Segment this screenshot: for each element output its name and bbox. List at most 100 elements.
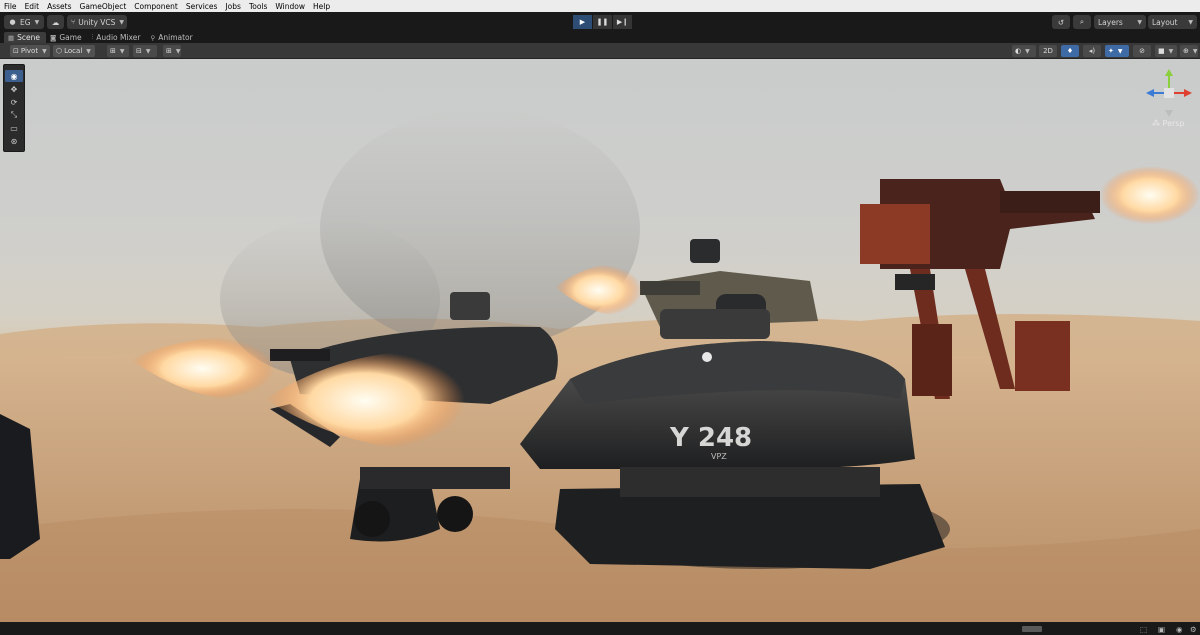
hidden-objects-toggle[interactable]: ⊘ <box>1133 45 1151 57</box>
gizmo-z-cone[interactable] <box>1146 89 1154 97</box>
grid-snap-button[interactable]: ⊞ ▼ <box>107 45 129 57</box>
increment-snap-button[interactable]: ⊟ ▼ <box>133 45 157 57</box>
light-bulb-icon: ♦ <box>1066 47 1074 55</box>
speaker-icon: ◂) <box>1088 47 1096 55</box>
move-tool-icon: ✥ <box>10 84 18 94</box>
effects-toggle[interactable]: ✦ ▼ <box>1105 45 1129 57</box>
transform-tool[interactable]: ⊛ <box>5 135 23 147</box>
step-button[interactable]: ▶❙ <box>613 15 632 29</box>
grid-snap-icon: ⊞ <box>110 47 116 55</box>
main-toolbar: ● EG ▼ ☁ ⑂ Unity VCS ▼ ▶ ❚❚ ▶❙ ↺ ⌕ Layer… <box>0 12 1200 32</box>
animator-icon: ⚲ <box>150 33 156 42</box>
menu-jobs[interactable]: Jobs <box>225 2 240 11</box>
chevron-down-icon: ▼ <box>86 47 91 55</box>
grid-visibility-icon: ⊞ <box>166 47 172 55</box>
step-icon: ▶❙ <box>616 18 629 26</box>
view-tool-icon: ◉ <box>10 71 18 81</box>
chevron-down-icon: ▼ <box>175 47 181 55</box>
vcs-dropdown[interactable]: ⑂ Unity VCS ▼ <box>67 15 127 29</box>
pivot-label: Pivot <box>20 47 39 55</box>
tab-audio-mixer-label: Audio Mixer <box>96 33 141 42</box>
camera-settings-button[interactable]: ■ ▼ <box>1155 45 1177 57</box>
tab-scene-label: Scene <box>17 33 41 42</box>
cache-icon[interactable]: ◉ <box>1176 625 1183 634</box>
gizmo-center-cube[interactable] <box>1164 88 1174 98</box>
account-dropdown[interactable]: ● EG ▼ <box>4 15 44 29</box>
persp-icon: ⁂ <box>1152 119 1163 128</box>
scale-tool-icon: ⤡ <box>10 110 18 119</box>
rotate-tool[interactable]: ⟳ <box>5 96 23 108</box>
scene-viewport[interactable]: Y 248 VPZ <box>0 59 1200 622</box>
projection-label[interactable]: ⁂ Persp <box>1152 119 1185 128</box>
cloud-button[interactable]: ☁ <box>47 15 64 29</box>
window-tabs: ▦ Scene ◙ Game ⫶ Audio Mixer ⚲ Animator <box>0 32 1200 43</box>
network-icon[interactable]: ▣ <box>1158 625 1165 634</box>
menu-bar: File Edit Assets GameObject Component Se… <box>0 0 1200 12</box>
local-space-icon: ⬡ <box>56 47 63 55</box>
debug-mode-icon[interactable]: ⚙ <box>1190 625 1197 634</box>
audio-mixer-icon: ⫶ <box>91 33 94 41</box>
tab-audio-mixer[interactable]: ⫶ Audio Mixer <box>88 32 147 43</box>
layout-dropdown[interactable]: Layout ▼ <box>1148 15 1197 29</box>
tab-scene[interactable]: ▦ Scene <box>4 32 47 43</box>
play-button[interactable]: ▶ <box>573 15 592 29</box>
vehicle-id-label: Y 248 <box>669 423 752 453</box>
gizmos-button[interactable]: ⊕ ▼ <box>1180 45 1198 57</box>
effects-icon: ✦ <box>1108 47 1114 55</box>
tab-game[interactable]: ◙ Game <box>46 32 88 43</box>
chevron-down-icon: ▼ <box>34 18 40 26</box>
menu-file[interactable]: File <box>4 2 17 11</box>
rect-tool[interactable]: ▭ <box>5 122 23 134</box>
chevron-down-icon: ▼ <box>1168 47 1174 55</box>
pivot-toggle[interactable]: ⊡ Pivot ▼ <box>10 45 50 57</box>
play-icon: ▶ <box>579 18 586 26</box>
camera-icon: ■ <box>1158 47 1165 55</box>
gizmo-x-cone[interactable] <box>1184 89 1192 97</box>
gizmo-neg-y-cone[interactable] <box>1165 110 1173 117</box>
orientation-gizmo[interactable] <box>1141 67 1197 119</box>
menu-assets[interactable]: Assets <box>47 2 71 11</box>
scale-tool[interactable]: ⤡ <box>5 109 23 121</box>
history-icon: ↺ <box>1057 17 1065 27</box>
menu-edit[interactable]: Edit <box>25 2 40 11</box>
space-toggle[interactable]: ⬡ Local ▼ <box>53 45 95 57</box>
space-label: Local <box>64 47 83 55</box>
lighting-toggle[interactable]: ♦ <box>1061 45 1079 57</box>
view-tool[interactable]: ◉ <box>5 70 23 82</box>
menu-gameobject[interactable]: GameObject <box>80 2 127 11</box>
menu-window[interactable]: Window <box>275 2 305 11</box>
layers-dropdown[interactable]: Layers ▼ <box>1094 15 1146 29</box>
tool-palette: ◉ ✥ ⟳ ⤡ ▭ ⊛ <box>3 64 25 152</box>
audio-toggle[interactable]: ◂) <box>1083 45 1101 57</box>
menu-tools[interactable]: Tools <box>249 2 267 11</box>
search-icon: ⌕ <box>1079 17 1085 26</box>
eye-slash-icon: ⊘ <box>1139 47 1145 55</box>
menu-component[interactable]: Component <box>134 2 178 11</box>
mode-2d-toggle[interactable]: 2D <box>1039 45 1057 57</box>
chevron-down-icon: ▼ <box>119 47 125 55</box>
search-button[interactable]: ⌕ <box>1073 15 1091 29</box>
gizmos-icon: ⊕ <box>1183 47 1189 55</box>
eye-marker-icon <box>702 352 712 362</box>
vehicle-sub-label: VPZ <box>711 452 727 461</box>
palette-grip <box>4 65 24 69</box>
move-tool[interactable]: ✥ <box>5 83 23 95</box>
pivot-icon: ⊡ <box>13 47 19 55</box>
gizmo-y-cone[interactable] <box>1165 69 1173 76</box>
scene-render: Y 248 VPZ <box>0 109 1200 622</box>
tab-animator[interactable]: ⚲ Animator <box>146 32 198 43</box>
pause-button[interactable]: ❚❚ <box>593 15 612 29</box>
no-warnings-icon[interactable]: ⬚ <box>1140 625 1147 634</box>
draw-mode-button[interactable]: ◐ ▼ <box>1012 45 1036 57</box>
muzzle-flash <box>1100 165 1200 225</box>
history-button[interactable]: ↺ <box>1052 15 1070 29</box>
chevron-down-icon: ▼ <box>119 18 125 26</box>
rect-tool-icon: ▭ <box>10 123 18 133</box>
progress-indicator <box>1022 626 1042 632</box>
grid-visibility-button[interactable]: ⊞ ▼ <box>163 45 181 57</box>
menu-services[interactable]: Services <box>186 2 218 11</box>
menu-help[interactable]: Help <box>313 2 330 11</box>
tab-animator-label: Animator <box>158 33 193 42</box>
draw-mode-icon: ◐ <box>1015 47 1022 55</box>
chevron-down-icon: ▼ <box>1117 47 1123 55</box>
